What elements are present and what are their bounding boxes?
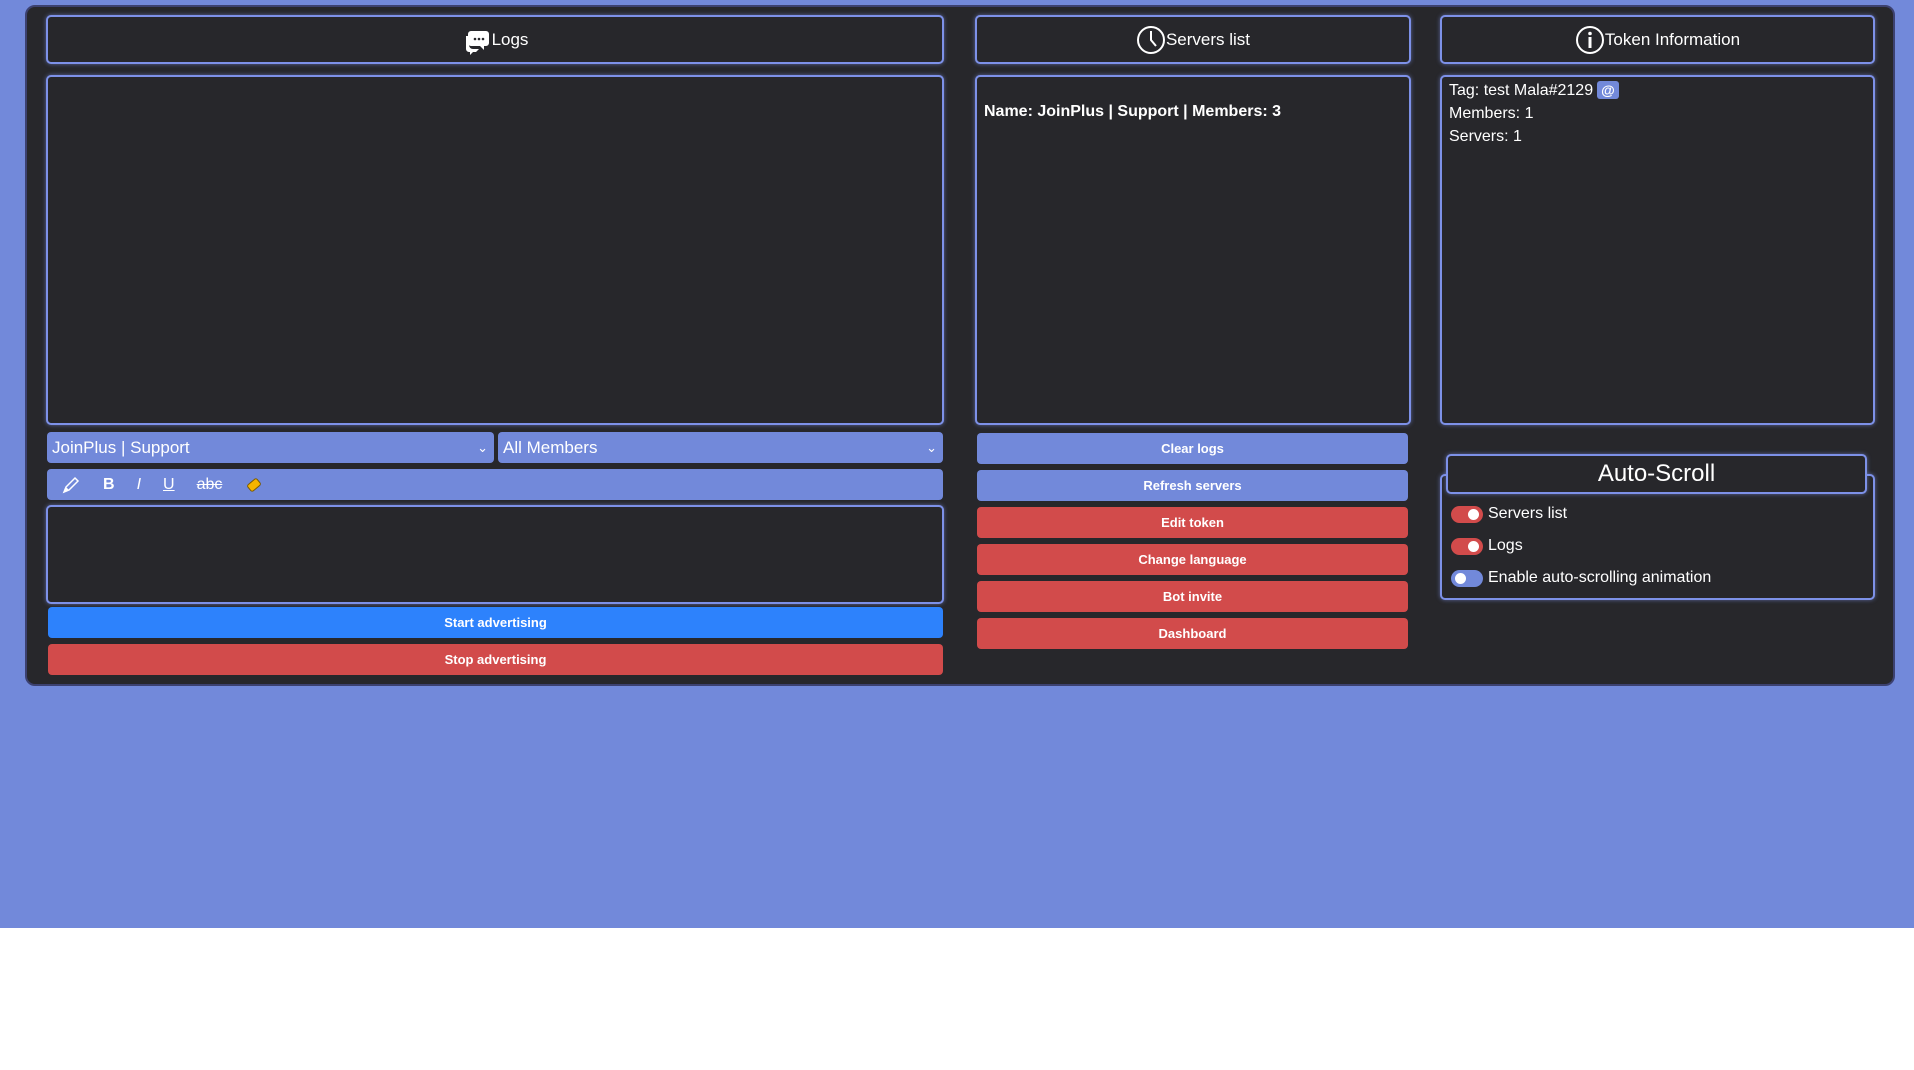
target-select-value: All Members [503, 438, 598, 457]
bold-button[interactable]: B [103, 476, 115, 494]
servers-title: Servers list [1165, 29, 1251, 49]
stop-advertising-button[interactable]: Stop advertising [48, 644, 943, 675]
strikethrough-button[interactable]: abc [197, 476, 223, 494]
change-language-button[interactable]: Change language [977, 544, 1408, 575]
toggle-servers-list[interactable]: Servers list [1451, 505, 1567, 523]
toggle-logs[interactable]: Logs [1451, 537, 1523, 555]
toggle-switch[interactable] [1451, 537, 1483, 555]
token-tag: Tag: test Mala#2129 [1449, 82, 1594, 99]
toggle-switch[interactable] [1451, 505, 1483, 523]
servers-header: Servers list [975, 15, 1411, 64]
autoscroll-title: Auto-Scroll [1597, 460, 1716, 487]
mention-button[interactable]: @ [1597, 81, 1619, 99]
chevron-down-icon: ⌄ [926, 440, 937, 455]
token-members: Members: 1 [1449, 105, 1534, 122]
edit-token-button[interactable]: Edit token [977, 507, 1408, 538]
server-select[interactable]: JoinPlus | Support ⌄ [47, 432, 494, 463]
toggle-switch[interactable] [1451, 569, 1483, 587]
toggle-label: Logs [1488, 537, 1523, 554]
clock-icon [1136, 25, 1165, 54]
pencil-icon[interactable] [61, 475, 81, 495]
formatting-toolbar: B I U abc [47, 469, 943, 500]
toggle-animation[interactable]: Enable auto-scrolling animation [1451, 569, 1711, 587]
toggle-label: Servers list [1488, 505, 1568, 522]
token-title: Token Information [1604, 29, 1741, 49]
underline-button[interactable]: U [163, 476, 175, 494]
target-select[interactable]: All Members ⌄ [498, 432, 943, 463]
message-input[interactable] [46, 505, 944, 604]
token-servers: Servers: 1 [1449, 128, 1522, 145]
token-info: Tag: test Mala#2129 @ Members: 1 Servers:… [1440, 75, 1875, 425]
server-entry: Name: JoinPlus | Support | Members: 3 [984, 103, 1282, 120]
italic-button[interactable]: I [137, 476, 141, 494]
logs-title: Logs [491, 29, 529, 49]
clear-logs-button[interactable]: Clear logs [977, 433, 1408, 464]
logs-output[interactable] [46, 75, 944, 425]
servers-list[interactable]: Name: JoinPlus | Support | Members: 3 [975, 75, 1411, 425]
chevron-down-icon: ⌄ [477, 440, 488, 455]
toggle-label: Enable auto-scrolling animation [1488, 569, 1712, 586]
bot-invite-button[interactable]: Bot invite [977, 581, 1408, 612]
server-select-value: JoinPlus | Support [52, 438, 190, 457]
chat-icon [465, 30, 489, 55]
token-header: Token Information [1440, 15, 1875, 64]
eraser-icon[interactable] [244, 475, 264, 495]
token-tag-line: Tag: test Mala#2129 @ [1449, 81, 1873, 100]
autoscroll-header: Auto-Scroll [1446, 454, 1867, 494]
dashboard-button[interactable]: Dashboard [977, 618, 1408, 649]
start-advertising-button[interactable]: Start advertising [48, 607, 943, 638]
logs-header: Logs [46, 15, 944, 64]
info-icon [1575, 25, 1604, 54]
refresh-servers-button[interactable]: Refresh servers [977, 470, 1408, 501]
